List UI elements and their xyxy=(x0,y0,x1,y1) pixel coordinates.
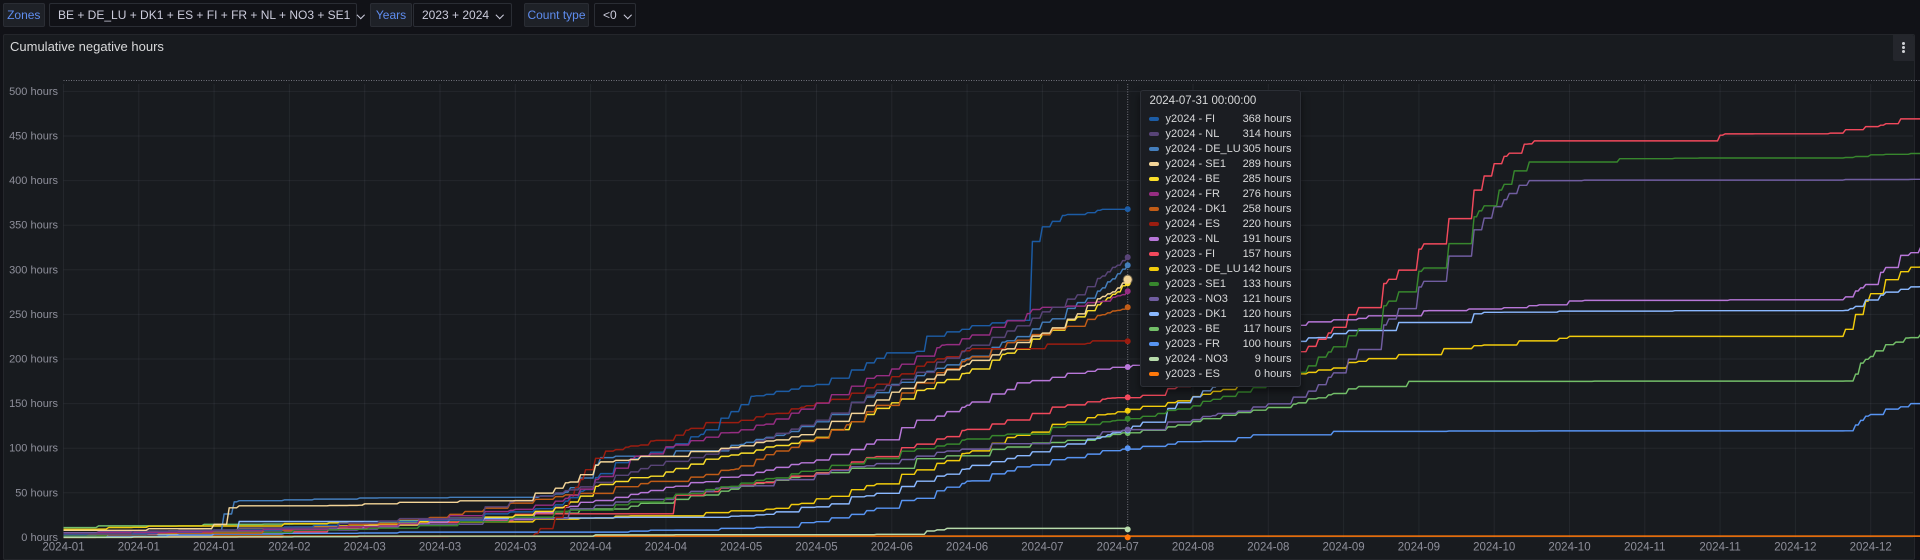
svg-text:2024-08: 2024-08 xyxy=(1247,542,1289,554)
svg-text:2024-06: 2024-06 xyxy=(946,542,988,554)
svg-text:2024-12: 2024-12 xyxy=(1774,542,1816,554)
svg-text:150 hours: 150 hours xyxy=(9,398,58,410)
svg-text:350 hours: 350 hours xyxy=(9,220,58,232)
svg-text:2024-10: 2024-10 xyxy=(1473,542,1515,554)
svg-text:2024-03: 2024-03 xyxy=(419,542,461,554)
svg-text:2024-04: 2024-04 xyxy=(645,542,688,554)
svg-text:50 hours: 50 hours xyxy=(15,487,58,499)
svg-text:2024-08: 2024-08 xyxy=(1172,542,1214,554)
svg-text:2024-03: 2024-03 xyxy=(494,542,536,554)
svg-text:2024-01: 2024-01 xyxy=(118,542,160,554)
svg-text:2024-05: 2024-05 xyxy=(795,542,837,554)
svg-text:300 hours: 300 hours xyxy=(9,264,58,276)
svg-text:2024-01: 2024-01 xyxy=(42,542,84,554)
svg-text:400 hours: 400 hours xyxy=(9,175,58,187)
svg-text:450 hours: 450 hours xyxy=(9,131,58,143)
svg-text:2024-11: 2024-11 xyxy=(1624,542,1665,554)
svg-text:2024-02: 2024-02 xyxy=(268,542,310,554)
svg-text:2024-11: 2024-11 xyxy=(1699,542,1740,554)
svg-text:250 hours: 250 hours xyxy=(9,309,58,321)
svg-text:2024-07: 2024-07 xyxy=(1021,542,1063,554)
svg-text:2024-03: 2024-03 xyxy=(344,542,386,554)
svg-text:2024-09: 2024-09 xyxy=(1322,542,1364,554)
svg-text:2024-12: 2024-12 xyxy=(1850,542,1892,554)
svg-text:2024-01: 2024-01 xyxy=(193,542,235,554)
svg-text:100 hours: 100 hours xyxy=(9,443,58,455)
svg-text:2024-07: 2024-07 xyxy=(1097,542,1139,554)
svg-text:2024-04: 2024-04 xyxy=(569,542,612,554)
svg-text:2024-05: 2024-05 xyxy=(720,542,762,554)
svg-text:2024-09: 2024-09 xyxy=(1398,542,1440,554)
svg-text:2024-06: 2024-06 xyxy=(871,542,913,554)
svg-text:200 hours: 200 hours xyxy=(9,354,58,366)
svg-text:2024-10: 2024-10 xyxy=(1548,542,1590,554)
svg-text:500 hours: 500 hours xyxy=(9,86,58,98)
